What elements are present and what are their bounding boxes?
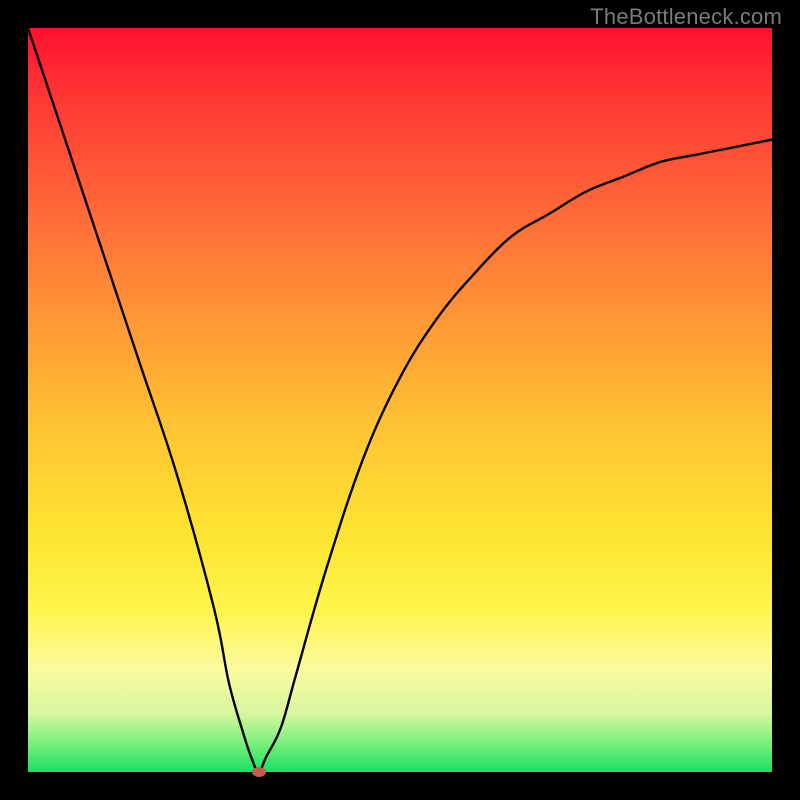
bottleneck-curve xyxy=(28,28,772,772)
curve-path xyxy=(28,28,772,772)
chart-frame: TheBottleneck.com xyxy=(0,0,800,800)
watermark-text: TheBottleneck.com xyxy=(590,4,782,30)
optimum-marker xyxy=(252,767,266,777)
